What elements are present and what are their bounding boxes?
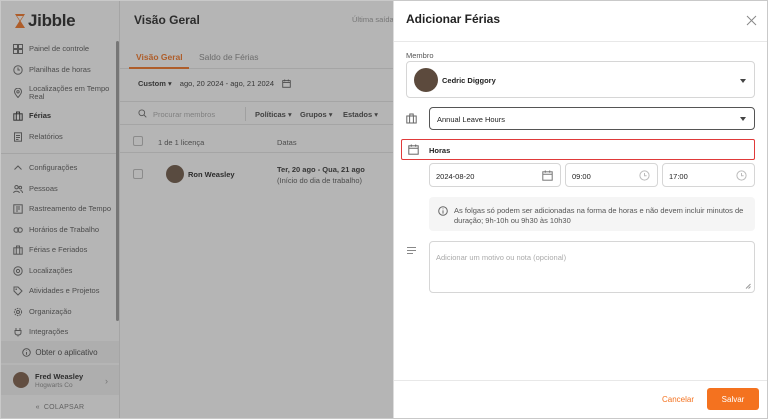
end-time-value: 17:00 [669,172,688,181]
cancel-button[interactable]: Cancelar [658,389,698,409]
member-select[interactable]: Cedric Diggory [406,61,755,98]
panel-title: Adicionar Férias [406,12,501,26]
avatar [414,68,438,92]
suitcase-icon [406,113,417,124]
start-time-input[interactable]: 09:00 [565,163,658,187]
resize-handle-icon[interactable] [745,283,751,289]
chevron-down-icon [740,79,746,83]
duration-mode-select[interactable]: Horas [401,139,755,160]
info-text: As folgas só podem ser adicionadas na fo… [454,206,744,225]
policy-value: Annual Leave Hours [437,115,505,124]
app-window: Jibble Painel de controle Planilhas de h… [0,0,768,419]
note-textarea[interactable]: Adicionar um motivo ou nota (opcional) [429,241,755,293]
notes-icon [407,247,416,254]
info-icon [438,206,448,216]
calendar-icon [408,144,419,155]
info-message: As folgas só podem ser adicionadas na fo… [429,197,755,231]
member-field-label: Membro [406,51,434,60]
add-time-off-panel: Adicionar Férias Membro Cedric Diggory A… [393,1,767,418]
date-input[interactable]: 2024-08-20 [429,163,561,187]
panel-header-divider [394,41,767,42]
calendar-icon [542,170,553,181]
member-name: Cedric Diggory [442,76,496,85]
clock-icon [639,170,650,181]
save-button[interactable]: Salvar [707,388,759,410]
panel-footer-divider [394,380,767,381]
start-time-value: 09:00 [572,172,591,181]
clock-icon [736,170,747,181]
policy-select[interactable]: Annual Leave Hours [429,107,755,130]
close-icon[interactable] [746,15,757,26]
chevron-down-icon [740,117,746,121]
end-time-input[interactable]: 17:00 [662,163,755,187]
note-placeholder: Adicionar um motivo ou nota (opcional) [436,253,567,262]
duration-mode-value: Horas [429,146,451,155]
date-value: 2024-08-20 [436,172,475,181]
modal-backdrop[interactable] [1,1,393,418]
